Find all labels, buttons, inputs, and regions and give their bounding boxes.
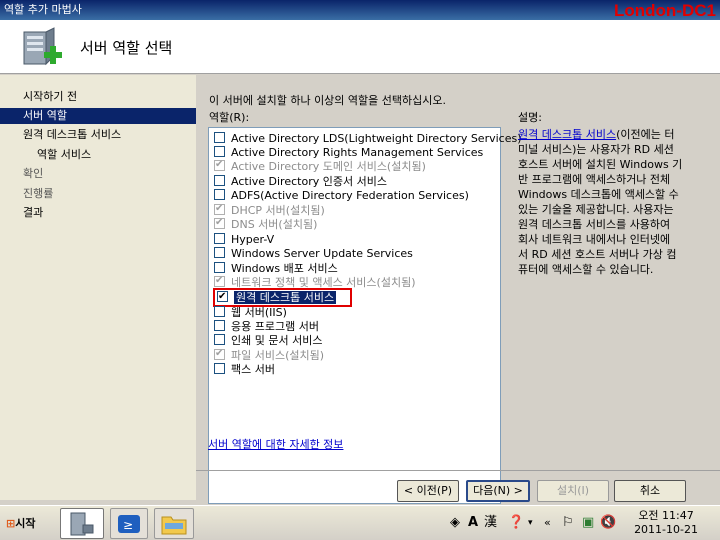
svg-text:≥: ≥ (123, 518, 133, 532)
role-checkbox[interactable] (214, 334, 225, 345)
role-item[interactable]: 인쇄 및 문서 서비스 (214, 334, 322, 348)
description-label: 설명: (518, 111, 542, 124)
taskbar-powershell[interactable]: ≥ (110, 508, 148, 539)
server-add-icon (23, 27, 62, 66)
role-checkbox[interactable] (214, 175, 225, 186)
nav-item-results: 결과 (23, 206, 44, 219)
taskbar-server-manager[interactable] (60, 508, 104, 539)
role-checkbox (214, 347, 225, 361)
role-item: DHCP 서버(설치됨) (214, 202, 325, 218)
clock[interactable]: 오전 11:47 2011-10-21 (634, 509, 698, 537)
tray-expand-icon[interactable]: « (544, 515, 551, 531)
nav-item-server-roles[interactable]: 서버 역할 (0, 108, 196, 124)
start-button[interactable]: ⊞시작 (2, 512, 50, 536)
role-item[interactable]: 웹 서버(IIS) (214, 306, 287, 320)
role-checkbox[interactable] (214, 247, 225, 258)
clock-date: 2011-10-21 (634, 523, 698, 536)
role-item[interactable]: Active Directory Rights Management Servi… (214, 146, 483, 160)
role-item[interactable]: ADFS(Active Directory Federation Service… (214, 189, 469, 203)
nav-item-confirmation: 확인 (23, 167, 44, 180)
page-title: 서버 역할 선택 (80, 39, 173, 57)
role-checkbox (214, 216, 225, 230)
nav-item-before-you-begin[interactable]: 시작하기 전 (0, 89, 196, 105)
role-item: 파일 서비스(설치됨) (214, 347, 324, 363)
taskbar: ⊞시작 ≥ ◈ A 漢 ❓ ▾ « ⚐ ▣ 🔇 오전 11:47 2011-10… (0, 505, 720, 540)
role-checkbox[interactable] (214, 306, 225, 317)
ime-mode-a[interactable]: A (468, 515, 478, 531)
volume-muted-icon[interactable]: 🔇 (600, 515, 616, 531)
role-item: DNS 서버(설치됨) (214, 216, 317, 232)
role-checkbox[interactable] (214, 262, 225, 273)
install-button: 설치(I) (537, 480, 609, 502)
nav-item-progress: 진행률 (23, 187, 54, 200)
prev-button[interactable]: < 이전(P) (397, 480, 459, 502)
role-checkbox[interactable] (214, 146, 225, 157)
role-item[interactable]: Hyper-V (214, 233, 274, 247)
role-checkbox[interactable] (217, 289, 228, 304)
button-separator (196, 470, 720, 471)
role-checkbox[interactable] (214, 189, 225, 200)
role-item[interactable]: 팩스 서버 (214, 363, 275, 377)
more-info-link[interactable]: 서버 역할에 대한 자세한 정보 (208, 436, 343, 452)
role-checkbox[interactable] (214, 233, 225, 244)
roles-label: 역할(R): (209, 111, 250, 124)
system-tray: ◈ A 漢 ❓ ▾ « ⚐ ▣ 🔇 오전 11:47 2011-10-21 (440, 506, 720, 540)
role-checkbox (214, 158, 225, 172)
nav-item-role-services[interactable]: 역할 서비스 (0, 147, 196, 163)
role-item[interactable]: Windows Server Update Services (214, 247, 413, 261)
ime-options-icon[interactable]: ▾ (528, 515, 533, 531)
role-item: Active Directory 도메인 서비스(설치됨) (214, 158, 426, 174)
role-item[interactable]: 응용 프로그램 서버 (214, 320, 319, 334)
role-item[interactable]: Active Directory 인증서 서비스 (214, 175, 387, 189)
ime-hanja[interactable]: 漢 (484, 515, 497, 531)
role-checkbox (214, 202, 225, 216)
folder-icon (161, 516, 187, 535)
role-checkbox[interactable] (214, 320, 225, 331)
wizard-nav: 시작하기 전 서버 역할 원격 데스크톱 서비스 역할 서비스 확인 진행률 결… (0, 75, 196, 500)
wizard-header: 서버 역할 선택 (0, 20, 720, 74)
clock-time: 오전 11:47 (638, 509, 694, 522)
window-titlebar[interactable]: 역할 추가 마법사 (0, 0, 720, 20)
instruction-text: 이 서버에 설치할 하나 이상의 역할을 선택하십시오. (209, 94, 446, 107)
action-center-flag-icon[interactable]: ⚐ (562, 515, 574, 531)
language-bar-icon[interactable]: ◈ (450, 515, 460, 531)
machine-name-label: London-DC1 (614, 1, 716, 20)
role-description: 원격 데스크톱 서비스(이전에는 터 미널 서비스)는 사용자가 RD 세션 호… (518, 128, 683, 276)
window-title: 역할 추가 마법사 (4, 3, 82, 16)
windows-logo-icon: ⊞ (6, 517, 16, 530)
network-icon[interactable]: ▣ (582, 515, 594, 531)
role-checkbox[interactable] (214, 363, 225, 374)
role-item-remote-desktop-selected[interactable]: 원격 데스크톱 서비스 (213, 288, 353, 307)
role-checkbox[interactable] (214, 132, 225, 143)
taskbar-explorer[interactable] (154, 508, 194, 539)
powershell-icon: ≥ (118, 515, 140, 533)
role-item[interactable]: Windows 배포 서비스 (214, 262, 338, 276)
role-checkbox (214, 274, 225, 288)
next-button[interactable]: 다음(N) > (466, 480, 530, 502)
description-link[interactable]: 원격 데스크톱 서비스 (518, 128, 616, 141)
server-manager-icon (70, 512, 94, 536)
wizard-content: 이 서버에 설치할 하나 이상의 역할을 선택하십시오. 역할(R): Acti… (196, 75, 720, 504)
cancel-button[interactable]: 취소 (614, 480, 686, 502)
help-icon[interactable]: ❓ (508, 515, 524, 531)
nav-item-remote-desktop-services[interactable]: 원격 데스크톱 서비스 (0, 127, 196, 143)
role-item[interactable]: Active Directory LDS(Lightweight Directo… (214, 132, 522, 146)
